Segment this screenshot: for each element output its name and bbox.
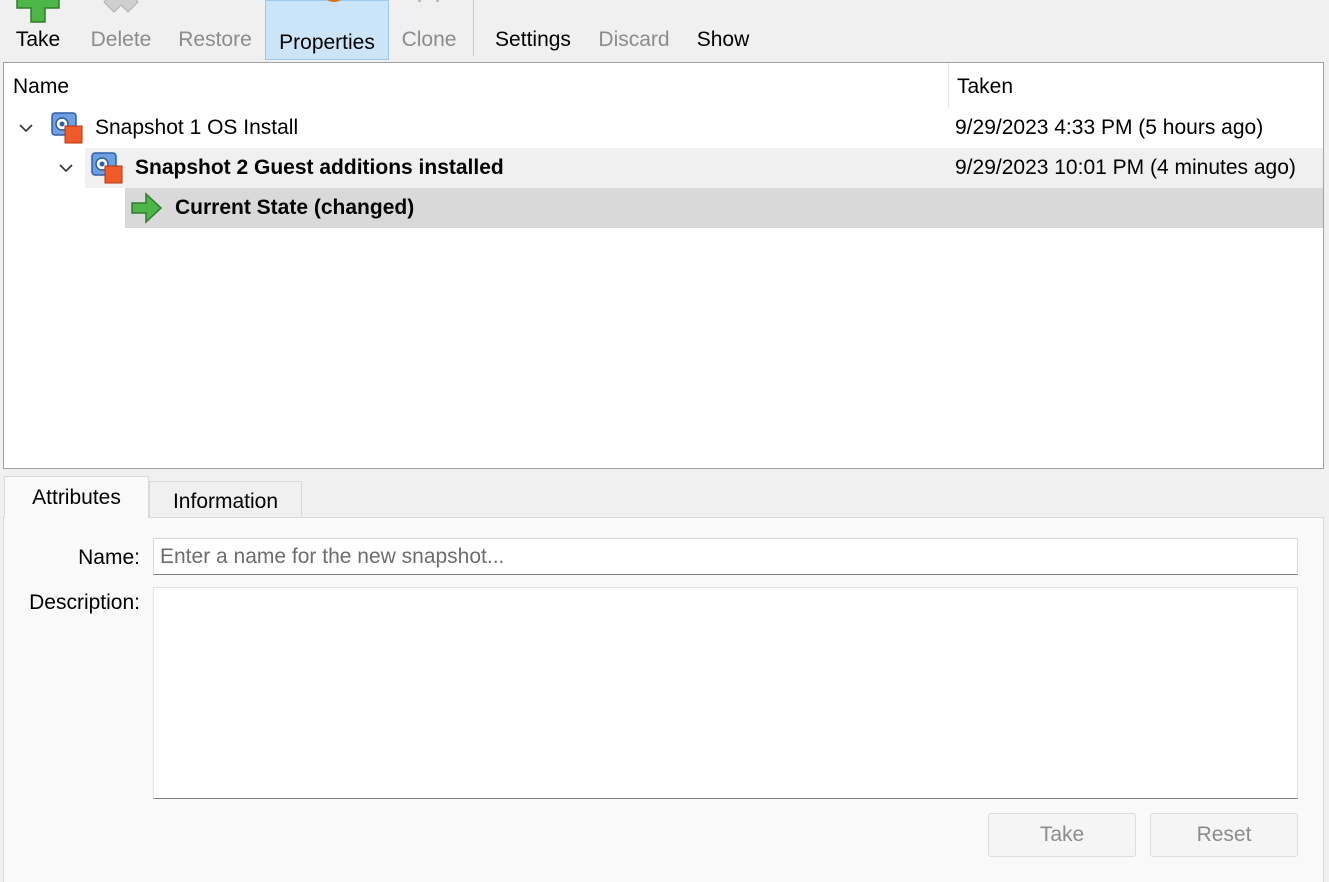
toolbar-separator	[473, 0, 474, 56]
show-check-icon	[700, 0, 746, 24]
properties-gear-icon	[327, 0, 341, 2]
tree-row-snapshot-2[interactable]: Snapshot 2 Guest additions installed 9/2…	[4, 148, 1323, 188]
name-field-label: Name:	[78, 546, 140, 569]
current-state-label: Current State (changed)	[175, 196, 415, 219]
column-header-taken[interactable]: Taken	[950, 63, 1323, 108]
take-snapshot-label: Take	[15, 28, 61, 51]
delete-snapshot-button[interactable]: Delete	[84, 0, 158, 60]
description-field-label: Description:	[29, 591, 140, 614]
discard-arrow-icon	[611, 0, 657, 24]
show-label: Show	[696, 28, 750, 51]
show-button[interactable]: Show	[690, 0, 756, 60]
snapshot-icon	[51, 112, 83, 144]
column-header-name[interactable]: Name	[4, 63, 949, 108]
settings-label: Settings	[495, 28, 571, 51]
restore-snapshot-label: Restore	[178, 28, 252, 51]
chevron-down-icon[interactable]	[55, 157, 77, 179]
chevron-down-icon[interactable]	[15, 117, 37, 139]
snapshot-description-input[interactable]	[153, 587, 1298, 799]
clone-sheep-icon	[418, 0, 439, 2]
properties-label: Properties	[279, 31, 375, 54]
snapshot-toolbar: Take Delete Restore Properties Clone Set…	[0, 0, 1329, 62]
tree-row-snapshot-1[interactable]: Snapshot 1 OS Install 9/29/2023 4:33 PM …	[4, 108, 1323, 148]
snapshot-taken-time: 9/29/2023 10:01 PM (4 minutes ago)	[955, 156, 1296, 179]
take-button[interactable]: Take	[988, 813, 1136, 857]
tree-row-current-state[interactable]: Current State (changed)	[4, 188, 1323, 228]
restore-icon	[192, 0, 238, 24]
details-tab-bar: Attributes Information	[3, 476, 1324, 518]
snapshot-taken-time: 9/29/2023 4:33 PM (5 hours ago)	[955, 116, 1264, 139]
snapshot-name-input[interactable]	[153, 538, 1298, 575]
current-state-arrow-icon	[131, 192, 163, 224]
discard-label: Discard	[598, 28, 670, 51]
snapshot-name: Snapshot 1 OS Install	[95, 116, 299, 139]
snapshot-icon	[91, 152, 123, 184]
delete-x-icon	[103, 0, 139, 13]
clone-button[interactable]: Clone	[396, 0, 462, 60]
properties-button[interactable]: Properties	[265, 0, 389, 60]
snapshot-tree[interactable]: Name Taken Snapshot 1 OS Install 9/29/20…	[3, 62, 1324, 469]
discard-button[interactable]: Discard	[592, 0, 676, 60]
tab-information[interactable]: Information	[149, 481, 302, 518]
snapshot-name: Snapshot 2 Guest additions installed	[135, 156, 504, 179]
tab-attributes[interactable]: Attributes	[4, 476, 149, 518]
clone-label: Clone	[401, 28, 457, 51]
delete-snapshot-label: Delete	[90, 28, 152, 51]
settings-button[interactable]: Settings	[487, 0, 579, 60]
plus-icon	[16, 0, 60, 23]
settings-gear-icon	[510, 0, 556, 24]
reset-button[interactable]: Reset	[1150, 813, 1298, 857]
restore-snapshot-button[interactable]: Restore	[172, 0, 258, 60]
take-snapshot-button[interactable]: Take	[4, 0, 72, 60]
